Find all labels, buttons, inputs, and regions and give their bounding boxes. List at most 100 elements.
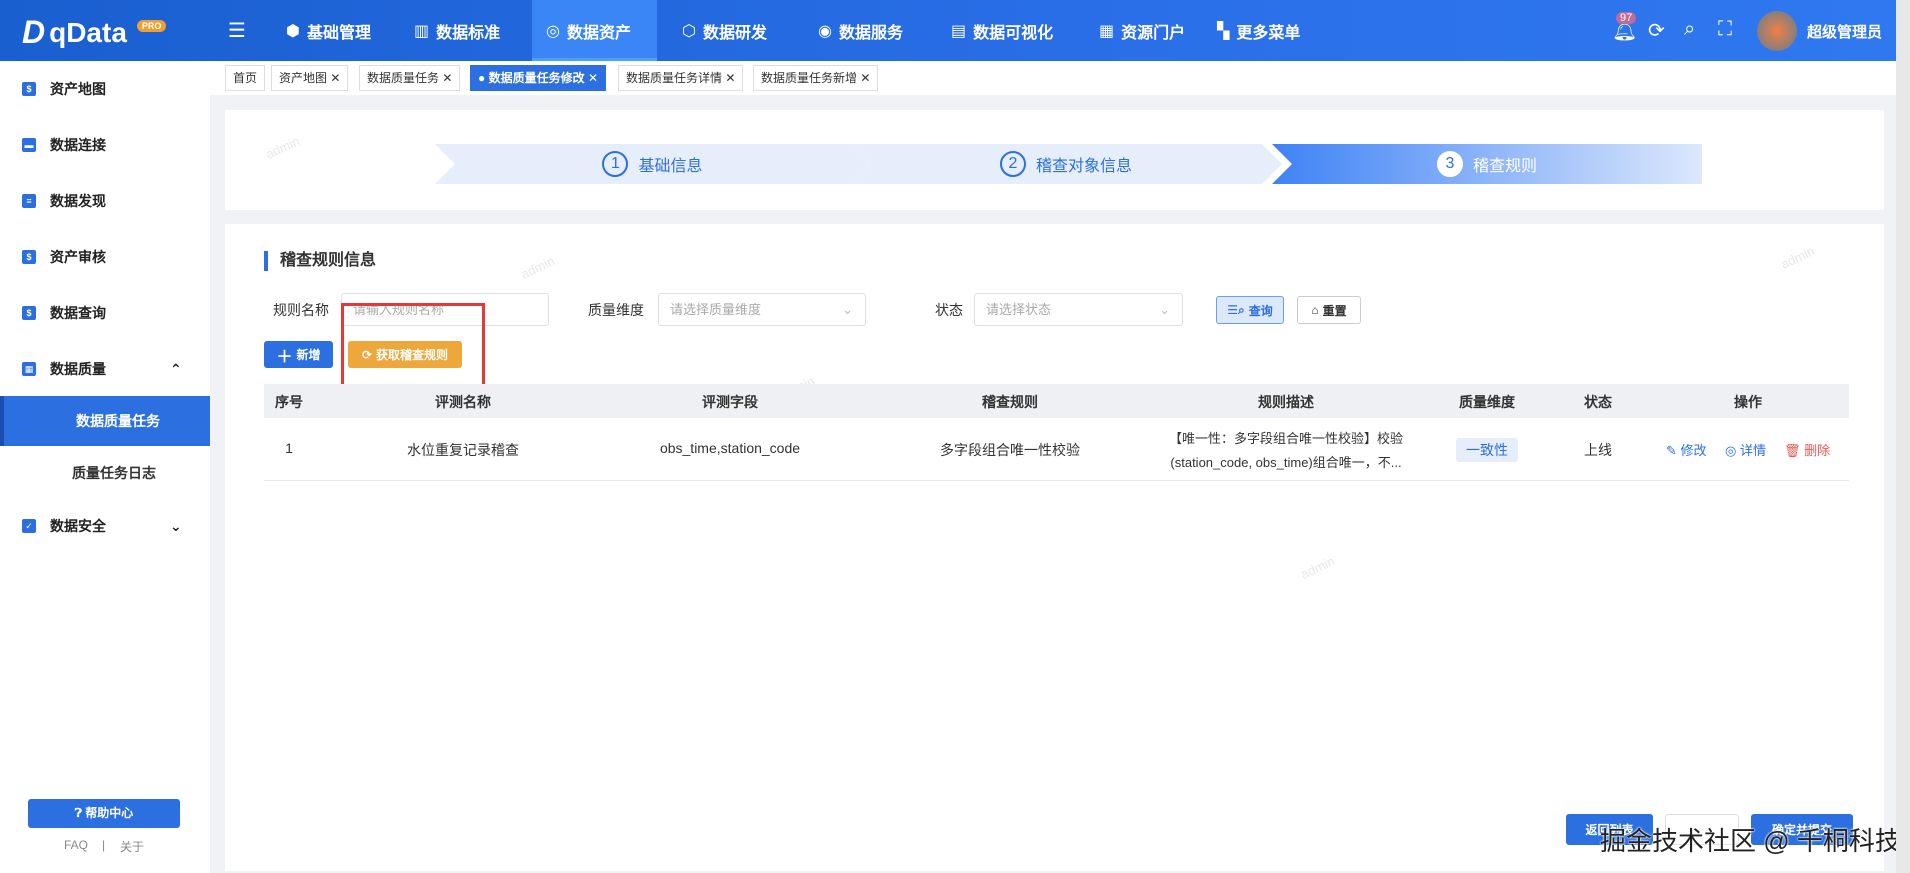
edit-button[interactable]: ✎ 修改 [1666, 440, 1707, 459]
step-basic-info[interactable]: 1 基础信息 [435, 144, 870, 184]
table-row: 1 水位重复记录稽查 obs_time,station_code 多字段组合唯一… [264, 418, 1849, 481]
sidebar-item-discovery[interactable]: ≡ 数据发现 [0, 176, 210, 226]
status-label: 状态 [935, 302, 963, 318]
overlay-watermark: 掘金技术社区 @ 千桐科技 [1600, 826, 1901, 856]
step-object-info[interactable]: 2 稽查对象信息 [850, 144, 1282, 184]
question-icon: ❓︎ [74, 806, 86, 820]
add-button[interactable]: ＋新增 [264, 341, 333, 368]
sidebar-item-audit[interactable]: $ 资产审核 [0, 232, 210, 282]
row-desc-line2: (station_code, obs_time)组合唯一，不... [1170, 455, 1402, 470]
divider: | [102, 838, 106, 852]
reset-button[interactable]: ⌂ 重置 [1297, 296, 1361, 324]
grid-icon: ▚ [1217, 22, 1230, 40]
box-icon: ⬡ [682, 22, 696, 40]
help-center-button[interactable]: ❓︎ 帮助中心 [28, 799, 180, 828]
shield-icon: ✓ [22, 519, 36, 533]
step-rules[interactable]: 3 稽查规则 [1272, 144, 1702, 184]
dimension-label: 质量维度 [588, 302, 644, 318]
dimension-tag: 一致性 [1456, 438, 1518, 462]
sidebar-item-query[interactable]: $ 数据查询 [0, 288, 210, 338]
sidebar-item-quality-log[interactable]: 质量任务日志 [0, 448, 210, 498]
eye-icon: ◎ [1725, 443, 1740, 458]
col-field: 评测字段 [702, 394, 758, 410]
refresh-icon[interactable]: ⟳ [1648, 18, 1665, 43]
nav-service[interactable]: ◉ 数据服务 [804, 0, 917, 61]
tab-quality-task-detail[interactable]: 数据质量任务详情 ✕ [618, 65, 744, 91]
nav-basic[interactable]: ⬢ 基础管理 [272, 0, 385, 61]
map-icon: $ [22, 82, 36, 96]
tab-asset-map[interactable]: 资产地图 ✕ [271, 65, 349, 91]
chevron-up-icon: ⌃ [170, 360, 182, 377]
tab-quality-task-edit[interactable]: ● 数据质量任务修改 ✕ [470, 65, 606, 91]
row-field: obs_time,station_code [659, 440, 801, 456]
search-icon[interactable]: ⌕ [1684, 18, 1695, 41]
sidebar-item-connection[interactable]: ▬ 数据连接 [0, 120, 210, 170]
chevron-down-icon: ⌄ [170, 517, 182, 534]
scrollbar[interactable] [1896, 0, 1910, 873]
col-rule: 稽查规则 [982, 394, 1038, 410]
row-status: 上线 [1584, 442, 1612, 458]
about-link[interactable]: 关于 [120, 838, 144, 855]
chevron-down-icon: ⌄ [1159, 302, 1170, 317]
detail-button[interactable]: ◎ 详情 [1725, 440, 1766, 459]
nav-assets[interactable]: ◎ 数据资产 [532, 0, 657, 61]
row-rule: 多字段组合唯一性校验 [940, 442, 1080, 458]
plus-icon: ＋ [276, 348, 293, 366]
cube-icon: ⬢ [286, 22, 300, 40]
row-desc-line1: 【唯一性：多字段组合唯一性校验】校验 [1168, 431, 1404, 446]
sidebar-item-quality[interactable]: ▦ 数据质量 ⌃ [0, 344, 210, 394]
nav-standard[interactable]: ▥ 数据标准 [400, 0, 514, 61]
chevron-down-icon: ⌄ [842, 302, 853, 317]
section-title: 稽查规则信息 [264, 251, 376, 271]
query-icon: $ [22, 306, 36, 320]
quality-icon: ▦ [22, 362, 36, 376]
sidebar-item-security[interactable]: ✓ 数据安全 ⌄ [0, 501, 210, 551]
tab-bar: 首页 资产地图 ✕ 数据质量任务 ✕ ● 数据质量任务修改 ✕ 数据质量任务详情… [210, 61, 1896, 95]
portal-icon: ▦ [1099, 22, 1115, 40]
menu-toggle-icon[interactable]: ☰ [228, 18, 246, 43]
status-select[interactable]: 请选择状态 ⌄ [974, 293, 1183, 326]
col-status: 状态 [1584, 394, 1612, 410]
reset-icon: ⌂ [1311, 303, 1319, 317]
sidebar-item-asset-map[interactable]: $ 资产地图 [0, 64, 210, 114]
target-icon: ◎ [546, 22, 560, 40]
edit-icon: ✎ [1666, 443, 1681, 458]
chart-icon: ▤ [951, 22, 967, 40]
sidebar-item-quality-task[interactable]: 数据质量任务 [0, 396, 210, 446]
col-no: 序号 [275, 394, 303, 410]
query-button[interactable]: ☰⌕ 查询 [1216, 296, 1284, 324]
tab-home[interactable]: 首页 [225, 65, 266, 91]
search-icon: ☰⌕ [1227, 302, 1245, 317]
audit-icon: $ [22, 250, 36, 264]
highlight-box [341, 303, 485, 391]
top-header: DqData PRO ☰ ⬢ 基础管理 ▥ 数据标准 ◎ 数据资产 ⬡ 数据研发 ◉ 数据服… [0, 0, 1896, 61]
delete-button[interactable]: 🗑︎ 删除 [1784, 440, 1830, 459]
row-no: 1 [285, 440, 293, 456]
faq-link[interactable]: FAQ [64, 838, 88, 852]
col-dimension: 质量维度 [1459, 394, 1515, 410]
book-icon: ▥ [414, 22, 430, 40]
service-icon: ◉ [818, 22, 832, 40]
database-icon: ▬ [22, 138, 36, 152]
sidebar: $ 资产地图 ▬ 数据连接 ≡ 数据发现 $ 资产审核 $ 数据查询 ▦ 数据质量 ⌃ 数据质… [0, 61, 210, 873]
nav-more[interactable]: ▚ 更多菜单 [1203, 0, 1314, 61]
tab-quality-task[interactable]: 数据质量任务 ✕ [359, 65, 461, 91]
tab-quality-task-new[interactable]: 数据质量任务新增 ✕ [753, 65, 879, 91]
col-name: 评测名称 [435, 394, 491, 410]
fullscreen-icon[interactable]: ⛶ [1718, 18, 1732, 41]
nav-visual[interactable]: ▤ 数据可视化 [937, 0, 1067, 61]
table-header: 序号 评测名称 评测字段 稽查规则 规则描述 质量维度 状态 操作 [264, 384, 1849, 418]
col-desc: 规则描述 [1258, 394, 1314, 410]
logo[interactable]: DqData PRO [22, 14, 167, 51]
discover-icon: ≡ [22, 194, 36, 208]
avatar[interactable] [1757, 11, 1797, 51]
notification-badge: 97 [1616, 12, 1637, 24]
rule-name-label: 规则名称 [273, 302, 329, 318]
col-actions: 操作 [1734, 394, 1762, 410]
nav-dev[interactable]: ⬡ 数据研发 [668, 0, 781, 61]
trash-icon: 🗑︎ [1784, 443, 1805, 458]
row-name: 水位重复记录稽查 [407, 442, 519, 458]
user-name[interactable]: 超级管理员 [1807, 21, 1882, 42]
dimension-select[interactable]: 请选择质量维度 ⌄ [658, 293, 866, 326]
nav-portal[interactable]: ▦ 资源门户 [1085, 0, 1199, 61]
